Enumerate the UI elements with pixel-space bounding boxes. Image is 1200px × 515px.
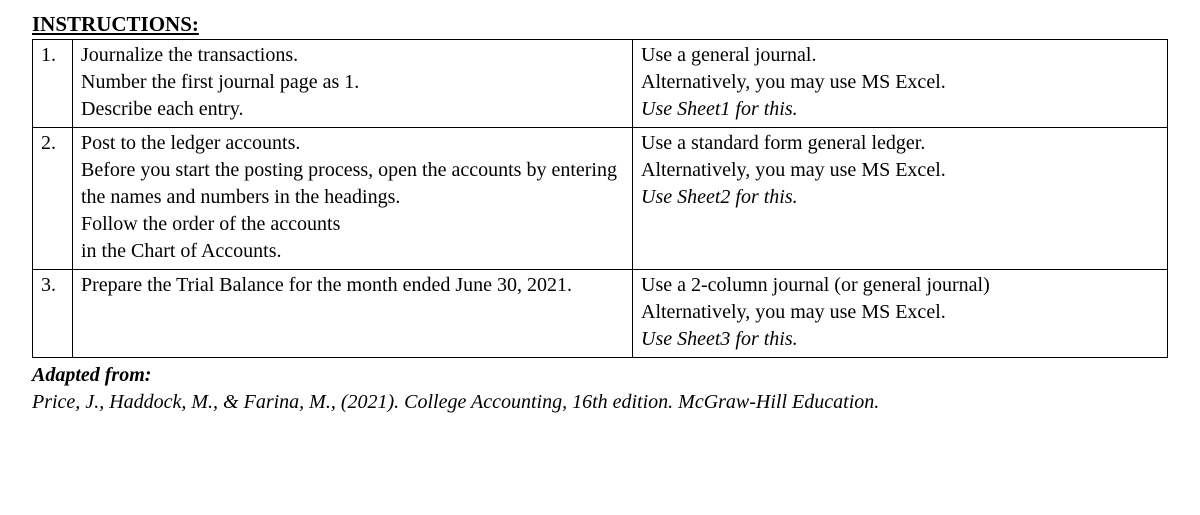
instructions-heading: INSTRUCTIONS: [32,12,1168,37]
task-text: Describe each entry. [81,98,244,120]
row-number: 1. [33,40,73,128]
method-note-italic: Use Sheet1 for this. [641,98,798,120]
method-text: Alternatively, you may use MS Excel. [641,71,946,93]
method-cell: Use a 2-column journal (or general journ… [633,270,1168,358]
task-cell: Journalize the transactions. Number the … [73,40,633,128]
method-note-italic: Use Sheet3 for this. [641,328,798,350]
method-cell: Use a standard form general ledger. Alte… [633,128,1168,270]
row-number: 2. [33,128,73,270]
task-cell: Prepare the Trial Balance for the month … [73,270,633,358]
method-text: Alternatively, you may use MS Excel. [641,301,946,323]
row-number: 3. [33,270,73,358]
method-text: Use a 2-column journal (or general journ… [641,274,990,296]
citation-text: Price, J., Haddock, M., & Farina, M., (2… [32,391,879,413]
task-text: Prepare the Trial Balance for the month … [81,274,572,296]
task-text: Follow the order of the accounts [81,213,340,235]
method-text: Use a standard form general ledger. [641,132,925,154]
method-cell: Use a general journal. Alternatively, yo… [633,40,1168,128]
task-text: Journalize the transactions. [81,44,298,66]
task-text: in the Chart of Accounts. [81,240,282,262]
method-text: Use a general journal. [641,44,816,66]
instructions-table: 1. Journalize the transactions. Number t… [32,39,1168,358]
task-text: Before you start the posting process, op… [81,159,617,208]
task-cell: Post to the ledger accounts. Before you … [73,128,633,270]
table-row: 2. Post to the ledger accounts. Before y… [33,128,1168,270]
task-text: Number the first journal page as 1. [81,71,359,93]
task-text: Post to the ledger accounts. [81,132,300,154]
method-text: Alternatively, you may use MS Excel. [641,159,946,181]
adapted-from-label: Adapted from: [32,364,151,386]
table-row: 3. Prepare the Trial Balance for the mon… [33,270,1168,358]
table-row: 1. Journalize the transactions. Number t… [33,40,1168,128]
source-footer: Adapted from: Price, J., Haddock, M., & … [32,362,1168,416]
method-note-italic: Use Sheet2 for this. [641,186,798,208]
